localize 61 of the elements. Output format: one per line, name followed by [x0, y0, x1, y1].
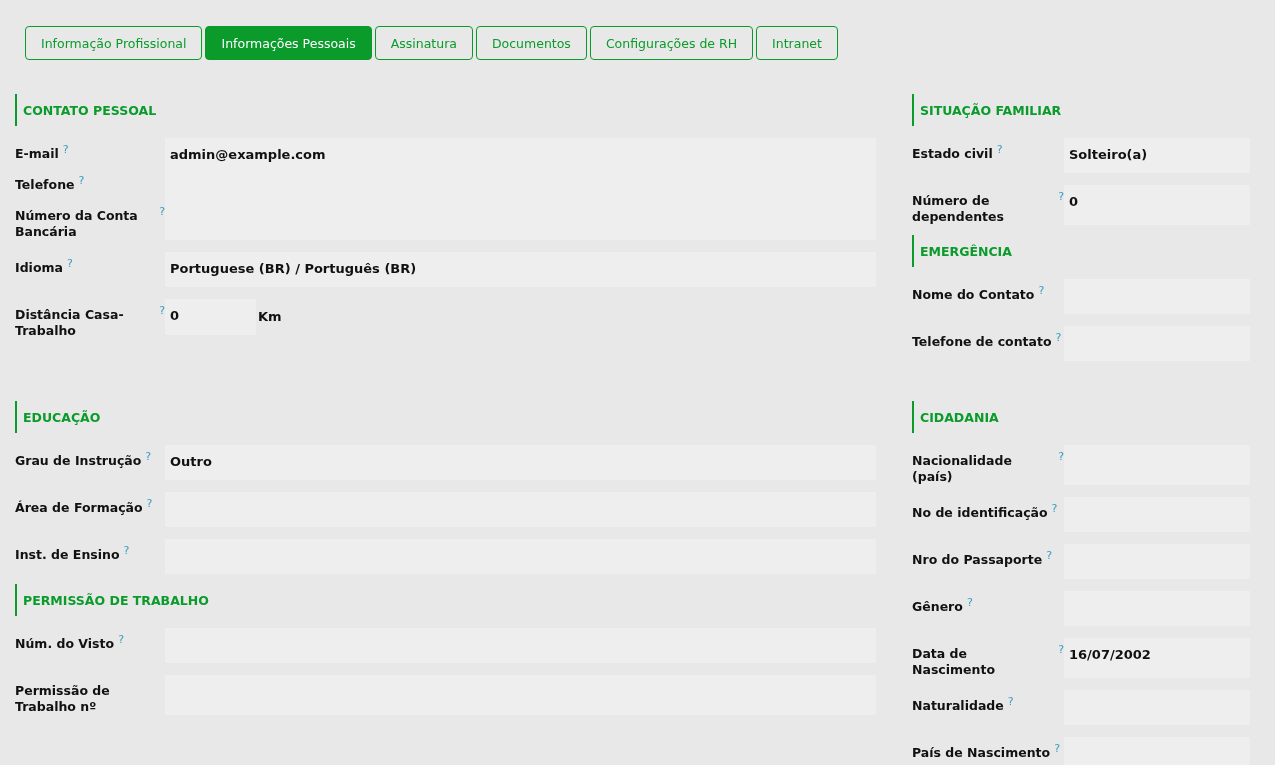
help-icon[interactable]: ? — [159, 204, 165, 220]
input-field[interactable]: Solteiro(a) — [1064, 138, 1250, 173]
field-label: Nro do Passaporte — [912, 552, 1043, 568]
section-header: PERMISSÃO DE TRABALHO — [15, 584, 876, 616]
field-label: Distância Casa-Trabalho — [15, 307, 125, 339]
help-icon[interactable]: ? — [1058, 449, 1064, 465]
field-label: Área de Formação — [15, 500, 143, 516]
help-icon[interactable]: ? — [62, 142, 69, 158]
help-icon[interactable]: ? — [996, 142, 1003, 158]
section-header: SITUAÇÃO FAMILIAR — [912, 94, 1250, 126]
tab[interactable]: Informação Profissional — [25, 26, 203, 60]
help-icon[interactable]: ? — [146, 496, 153, 512]
field-label: E-mail — [15, 146, 59, 162]
tab[interactable]: Documentos — [475, 26, 587, 60]
field-label: Data de Nascimento — [912, 646, 996, 678]
help-icon[interactable]: ? — [1055, 330, 1062, 346]
help-icon[interactable]: ? — [1054, 741, 1060, 757]
input-field[interactable]: Outro — [165, 445, 876, 480]
field-label: Estado civil — [912, 146, 993, 162]
field-label: Naturalidade — [912, 698, 1004, 714]
field-label: Número de dependentes — [912, 193, 1005, 225]
tab[interactable]: Intranet — [756, 26, 838, 60]
field-label: Núm. do Visto — [15, 636, 115, 652]
field-label: Nome do Contato — [912, 287, 1035, 303]
help-icon[interactable]: ? — [78, 173, 85, 189]
help-icon[interactable]: ? — [123, 543, 130, 559]
tab[interactable]: Informações Pessoais — [205, 26, 372, 60]
section-header: EDUCAÇÃO — [15, 401, 876, 433]
field-label: Idioma — [15, 260, 63, 276]
help-icon[interactable]: ? — [1058, 642, 1064, 658]
field-label: Telefone de contato — [912, 334, 1052, 350]
section-header: EMERGÊNCIA — [912, 235, 1250, 267]
help-icon[interactable]: ? — [1046, 548, 1053, 564]
input-field[interactable]: Portuguese (BR) / Português (BR) — [165, 252, 876, 287]
help-icon[interactable]: ? — [1007, 694, 1014, 710]
help-icon[interactable]: ? — [159, 303, 165, 319]
help-icon[interactable]: ? — [1038, 283, 1045, 299]
field-label: Telefone — [15, 177, 75, 193]
field-label: País de Nascimento — [912, 745, 1051, 761]
help-icon[interactable]: ? — [966, 595, 973, 611]
field-label: Nacionalidade (país) — [912, 453, 1013, 485]
unit-label: Km — [257, 308, 282, 324]
help-icon[interactable]: ? — [145, 449, 152, 465]
tab[interactable]: Assinatura — [374, 26, 473, 60]
help-icon[interactable]: ? — [1051, 501, 1058, 517]
input-field[interactable]: 16/07/2002 — [1064, 638, 1250, 678]
help-icon[interactable]: ? — [1058, 189, 1064, 205]
field-label: No de identificação — [912, 505, 1048, 521]
section-header: CONTATO PESSOAL — [15, 94, 876, 126]
help-icon[interactable]: ? — [118, 632, 124, 648]
tab[interactable]: Configurações de RH — [589, 26, 754, 60]
input-field[interactable]: 0 — [165, 299, 256, 335]
section-header: CIDADANIA — [912, 401, 1250, 433]
field-label: Permissão de Trabalho nº — [15, 683, 111, 715]
input-field[interactable]: 0 — [1064, 185, 1250, 225]
field-label: Inst. de Ensino — [15, 547, 120, 563]
field-label: Grau de Instrução — [15, 453, 142, 469]
help-icon[interactable]: ? — [66, 256, 73, 272]
field-label: Número da Conta Bancária — [15, 208, 139, 240]
input-field[interactable]: admin@example.com — [165, 138, 876, 240]
field-label: Gênero — [912, 599, 963, 615]
